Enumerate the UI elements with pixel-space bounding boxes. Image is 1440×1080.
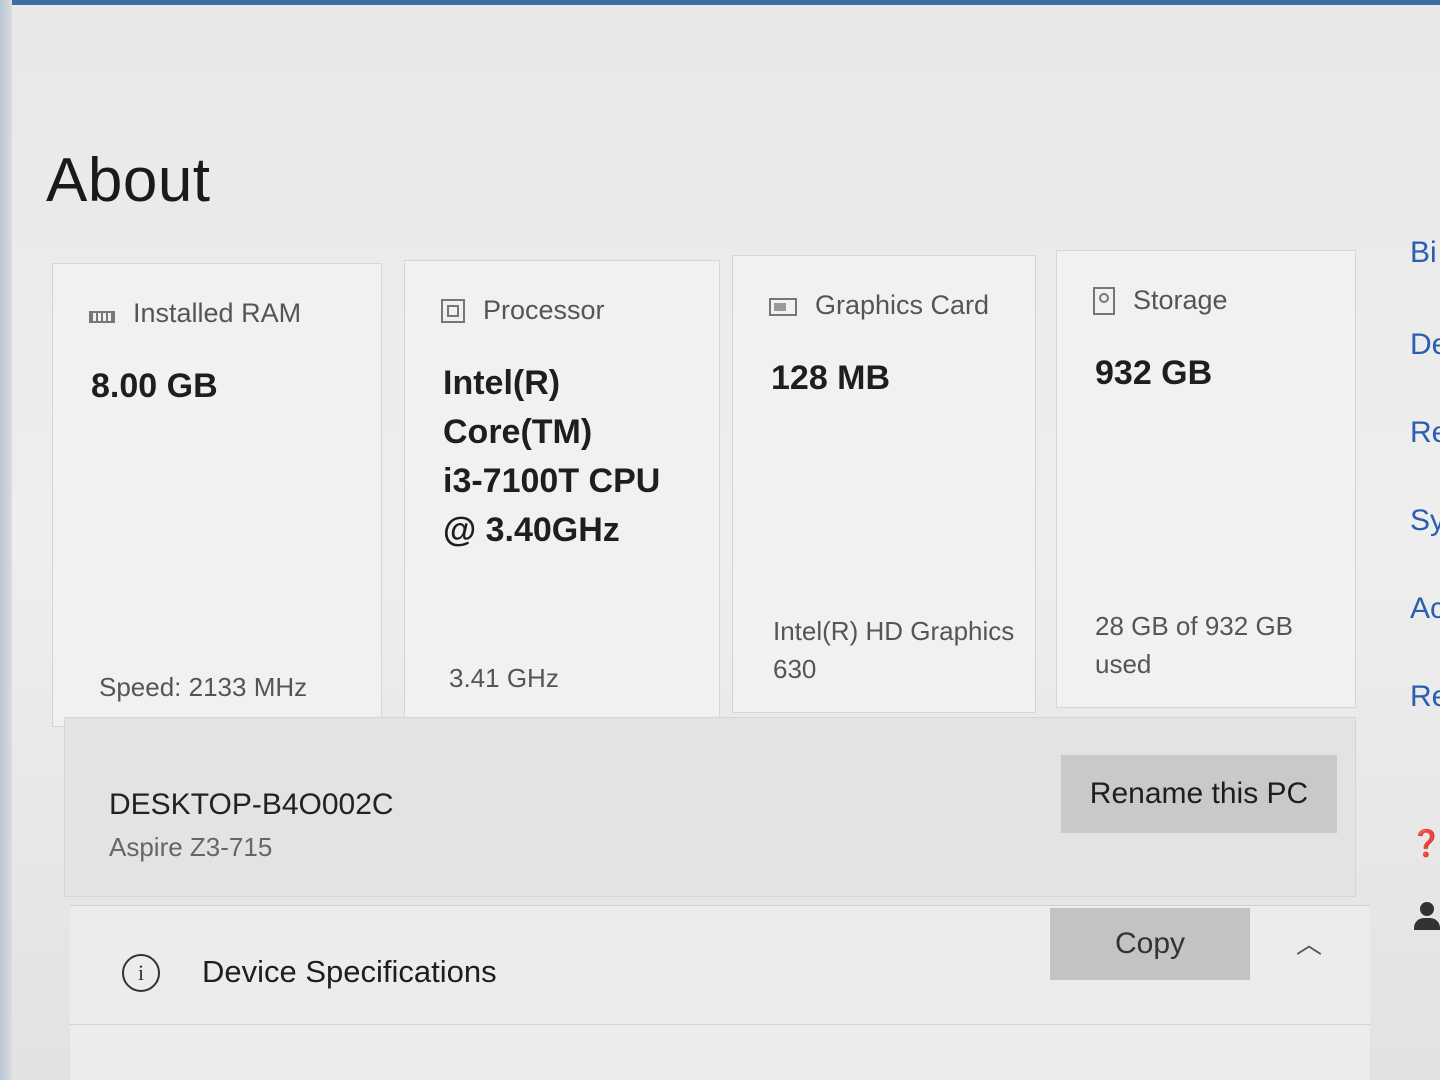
storage-icon [1093, 286, 1115, 315]
related-link-5[interactable]: Ac [1410, 592, 1440, 626]
ram-card-header: Installed RAM [89, 298, 301, 329]
info-icon: i [122, 954, 160, 992]
pc-name-panel: DESKTOP-B4O002C Aspire Z3-715 Rename thi… [64, 717, 1356, 897]
divider [70, 1024, 1370, 1025]
feedback-icon[interactable] [1412, 900, 1440, 934]
graphics-card: Graphics Card 128 MB Intel(R) HD Graphic… [732, 255, 1036, 713]
ram-card: Installed RAM 8.00 GB Speed: 2133 MHz [52, 263, 382, 727]
storage-usage: 28 GB of 932 GB used [1095, 611, 1294, 679]
graphics-value: 128 MB [771, 359, 891, 397]
about-page: About Installed RAM 8.00 GB Speed: 2133 … [12, 5, 1440, 1080]
storage-card-header: Storage [1093, 285, 1228, 316]
related-link-6[interactable]: Re [1410, 680, 1440, 714]
chevron-up-icon[interactable]: ︿ [1296, 924, 1324, 959]
processor-value: Intel(R) Core(TM) i3-7100T CPU @ 3.40GHz [443, 364, 661, 549]
device-specifications-title: Device Specifications [202, 954, 497, 989]
related-link-4[interactable]: Sy [1410, 504, 1440, 538]
get-help-icon[interactable]: ❓ [1410, 828, 1440, 858]
graphics-card-header: Graphics Card [769, 290, 989, 321]
graphics-adapter-name: Intel(R) HD Graphics 630 [773, 616, 1015, 684]
pc-name: DESKTOP-B4O002C [109, 788, 394, 821]
ram-value: 8.00 GB [91, 367, 218, 405]
related-link-1[interactable]: Bi [1410, 236, 1437, 270]
pc-model: Aspire Z3-715 [109, 832, 273, 862]
graphics-label: Graphics Card [815, 290, 990, 320]
processor-card: Processor Intel(R) Core(TM) i3-7100T CPU… [404, 260, 720, 722]
window-left-border [0, 0, 12, 1080]
ram-icon [89, 310, 115, 323]
processor-card-header: Processor [441, 295, 605, 326]
storage-value: 932 GB [1095, 354, 1213, 392]
storage-card: Storage 932 GB 28 GB of 932 GB used [1056, 250, 1356, 708]
graphics-card-icon [769, 298, 797, 316]
storage-label: Storage [1133, 285, 1228, 315]
device-specifications-panel[interactable]: i Device Specifications Copy ︿ [70, 905, 1370, 1080]
ram-label: Installed RAM [133, 298, 302, 328]
copy-button[interactable]: Copy [1050, 908, 1250, 980]
page-title: About [46, 146, 211, 215]
processor-icon [441, 298, 465, 323]
ram-speed: Speed: 2133 MHz [99, 672, 308, 702]
related-link-3[interactable]: Re [1410, 416, 1440, 450]
related-link-2[interactable]: De [1410, 328, 1440, 362]
rename-pc-button[interactable]: Rename this PC [1061, 755, 1337, 833]
processor-speed: 3.41 GHz [449, 663, 559, 693]
processor-label: Processor [483, 295, 605, 325]
